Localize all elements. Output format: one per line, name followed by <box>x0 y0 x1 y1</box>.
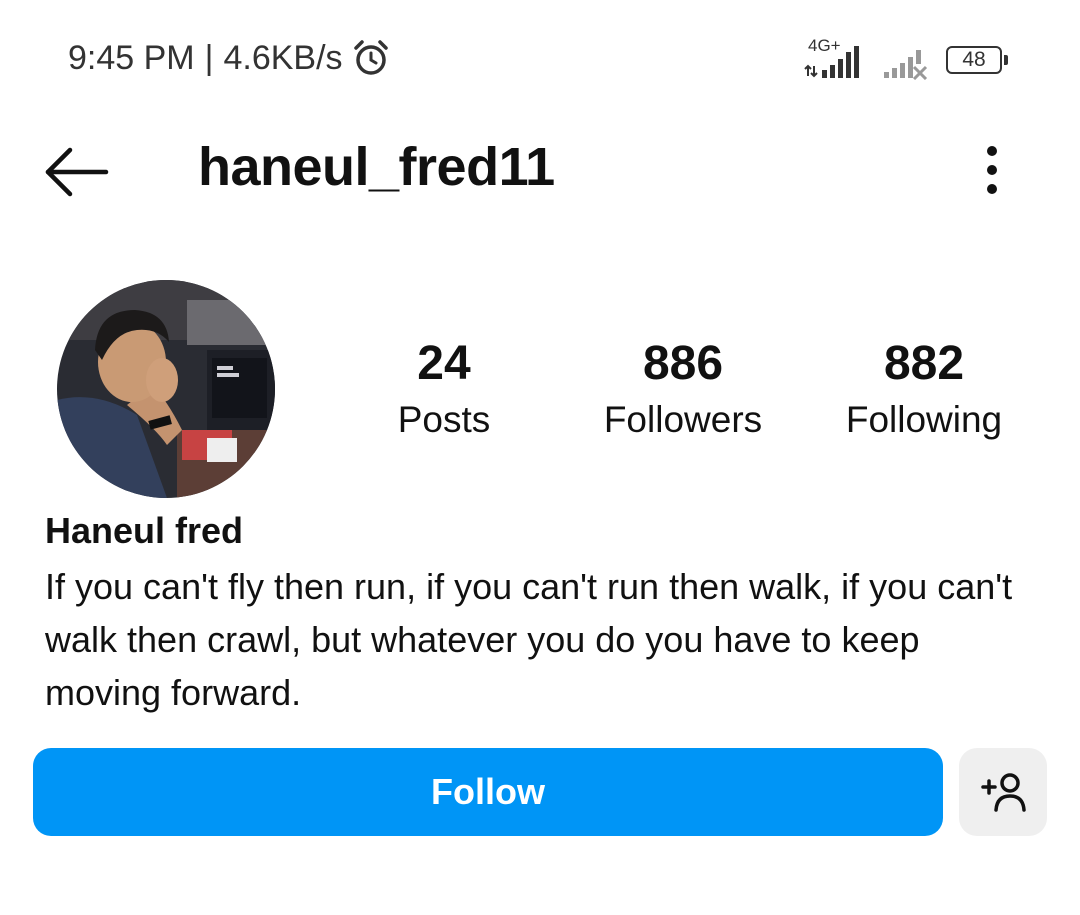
posts-stat[interactable]: 24 Posts <box>334 336 554 442</box>
signal-icon: 4G+ <box>804 36 868 80</box>
posts-label: Posts <box>397 399 491 440</box>
status-bar: 9:45 PM | 4.6KB/s 4G+ 48 <box>0 0 1080 120</box>
status-time: 9:45 PM <box>68 38 195 77</box>
status-left: 9:45 PM | 4.6KB/s <box>68 38 391 78</box>
signal-no-service-icon <box>884 50 928 80</box>
back-arrow-icon[interactable] <box>42 145 112 199</box>
network-speed: 4.6KB/s <box>223 38 343 77</box>
following-label: Following <box>845 399 1003 440</box>
more-options-icon[interactable] <box>972 143 1012 197</box>
followers-label: Followers <box>603 399 763 440</box>
posts-count: 24 <box>417 337 471 390</box>
followers-stat[interactable]: 886 Followers <box>573 336 793 442</box>
avatar[interactable] <box>57 280 275 498</box>
avatar-photo <box>57 280 275 498</box>
battery-level: 48 <box>962 48 986 71</box>
followers-count: 886 <box>642 337 724 390</box>
follow-button[interactable]: Follow <box>33 748 943 836</box>
suggested-users-button[interactable] <box>959 748 1047 836</box>
profile-username: haneul_fred11 <box>198 137 555 197</box>
status-right: 4G+ 48 <box>804 36 1008 80</box>
following-stat[interactable]: 882 Following <box>814 336 1034 442</box>
following-count: 882 <box>883 337 965 390</box>
add-person-icon <box>981 773 1026 812</box>
alarm-icon <box>353 40 388 75</box>
bio-text: If you can't fly then run, if you can't … <box>45 566 1013 713</box>
battery-icon: 48 <box>946 46 1008 74</box>
display-name: Haneul fred <box>45 510 244 551</box>
status-separator: | <box>204 38 214 77</box>
